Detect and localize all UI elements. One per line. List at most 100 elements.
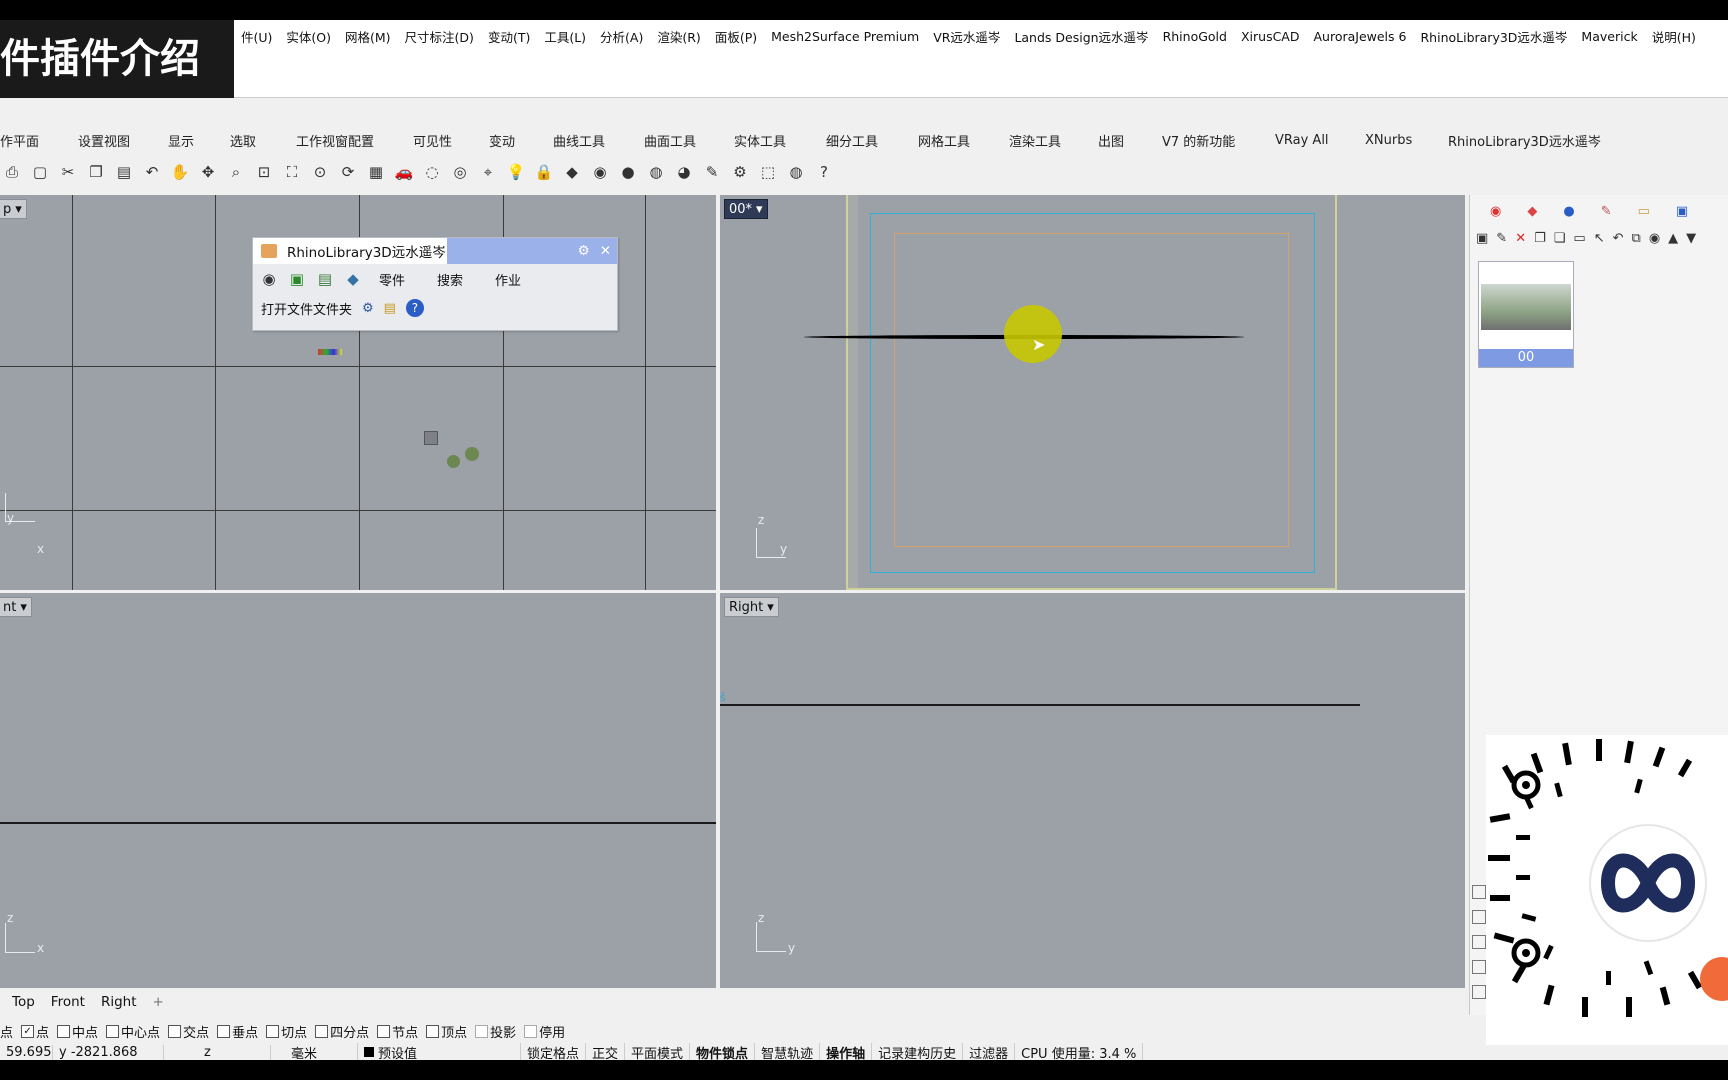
tab[interactable]: 细分工具 [826,131,878,150]
menu-item[interactable]: 件(U) [234,27,279,46]
help-icon[interactable]: ? [405,299,424,317]
zoom-extents-icon[interactable]: ⛶ [280,160,304,184]
tab[interactable]: 实体工具 [734,131,786,150]
select-icon[interactable]: ↖ [1594,231,1605,246]
print-icon[interactable]: ⎙ [0,160,24,184]
osnap-toggle[interactable]: 四分点 [315,1022,369,1041]
menu-item[interactable]: 说明(H) [1645,27,1703,46]
menu-item[interactable]: Mesh2Surface Premium [764,29,926,44]
osnap-toggle[interactable]: 点 [0,1022,13,1041]
menu-item[interactable]: 面板(P) [708,27,764,46]
tab[interactable]: 选取 [230,131,256,150]
osnap-icon[interactable]: ⌖ [476,160,500,184]
copy-icon[interactable]: ❐ [1534,231,1546,246]
tab[interactable]: 渲染工具 [1009,131,1061,150]
move-icon[interactable]: ✥ [196,160,220,184]
tab[interactable]: RhinoLibrary3D远水遥岑 [1448,131,1601,150]
menu-item[interactable]: VR远水遥岑 [926,27,1007,46]
lib-menu-item[interactable]: 零件 [379,274,405,289]
delete-icon[interactable]: ✕ [1515,231,1526,246]
material-icon[interactable]: ◕ [672,160,696,184]
menu-item[interactable]: 工具(L) [537,27,593,46]
lib-excel-icon[interactable]: ▣ [285,267,309,291]
command-area[interactable]: ssetCache [0,52,1728,98]
small-object[interactable] [318,349,342,355]
tab[interactable]: V7 的新功能 [1162,131,1235,150]
bbox-icon[interactable]: ⬚ [756,160,780,184]
paste-icon[interactable]: ▤ [112,160,136,184]
osnap-toggle[interactable]: ✓ 点 [21,1022,49,1041]
viewport-perspective-label[interactable]: 00* ▾ [724,199,768,219]
status-mode-toggle[interactable]: 锁定格点 [521,1042,587,1062]
lib-menu-item[interactable]: 作业 [495,274,521,289]
car-icon[interactable]: 🚗 [392,160,416,184]
rotate-icon[interactable]: ⟳ [336,160,360,184]
osnap-toggle[interactable]: 切点 [266,1022,307,1041]
menu-item[interactable]: 实体(O) [279,27,338,46]
color-icon[interactable]: ◉ [588,160,612,184]
status-mode-toggle[interactable]: 物件锁点 [690,1042,756,1062]
tab[interactable]: 曲线工具 [553,131,605,150]
lib-icon[interactable]: ◉ [257,267,281,291]
menu-item[interactable]: 尺寸标注(D) [398,27,481,46]
tree-object[interactable] [447,455,460,468]
viewport-right[interactable]: Right ▾ ŝ z y [720,593,1465,988]
add-viewport-tab-button[interactable]: + [153,994,164,1010]
close-icon[interactable]: ✕ [600,243,611,259]
new-icon[interactable]: ▢ [28,160,52,184]
viewport-right-label[interactable]: Right ▾ [724,597,779,617]
color-wheel-icon[interactable]: ◉ [1490,204,1501,219]
display-icon[interactable]: ▣ [1676,204,1688,219]
layers-icon[interactable]: ◆ [1527,204,1537,219]
undo-icon[interactable]: ↶ [1613,231,1624,246]
tab[interactable]: 设置视图 [78,131,130,150]
tab[interactable]: VRay All [1275,133,1329,148]
cut-icon[interactable]: ✂ [56,160,80,184]
tab[interactable]: XNurbs [1365,133,1412,148]
menu-item[interactable]: RhinoLibrary3D远水遥岑 [1413,27,1574,46]
menu-item[interactable]: RhinoGold [1156,29,1234,44]
down-icon[interactable]: ▼ [1686,231,1696,246]
paste-icon[interactable]: ❏ [1554,231,1566,246]
undo-icon[interactable]: ↶ [140,160,164,184]
zoom-icon[interactable]: ⌕ [224,160,248,184]
grid-icon[interactable]: ▦ [364,160,388,184]
status-mode-toggle[interactable]: 过滤器 [963,1042,1016,1062]
show-icon[interactable]: ◎ [448,160,472,184]
edit-icon[interactable]: ✎ [1496,231,1507,246]
tab[interactable]: 可见性 [413,131,452,150]
lib-menu-item[interactable]: 搜索 [437,274,463,289]
small-box-object[interactable] [424,431,438,445]
tab[interactable]: 显示 [168,131,194,150]
visibility-icon[interactable]: ◉ [1649,231,1660,246]
osnap-toggle[interactable]: 垂点 [217,1022,258,1041]
python-icon[interactable]: ◆ [341,267,365,291]
save-icon[interactable]: ▣ [1476,231,1488,246]
open-folder-label[interactable]: 打开文件文件夹 [261,299,352,318]
folder-icon[interactable]: ▭ [1638,204,1650,219]
tab[interactable]: 曲面工具 [644,131,696,150]
viewport-tab[interactable]: Right [101,994,137,1010]
viewport-front[interactable]: nt ▾ z x [0,593,716,988]
light-icon[interactable]: 💡 [504,160,528,184]
menu-item[interactable]: 变动(T) [481,27,537,46]
lib-book-icon[interactable]: ▤ [313,267,337,291]
tab[interactable]: 作平面 [0,131,39,150]
gear-icon[interactable]: ⚙ [728,160,752,184]
copy-icon[interactable]: ❐ [84,160,108,184]
render-icon[interactable]: ◍ [644,160,668,184]
settings-gear-icon[interactable]: ⚙ [362,301,374,316]
viewport-perspective[interactable]: 00* ▾ ➤ z y [720,195,1465,590]
menu-item[interactable]: 渲染(R) [650,27,707,46]
zoom-window-icon[interactable]: ⊡ [252,160,276,184]
brush-icon[interactable]: ✎ [1601,204,1612,219]
viewport-top-label[interactable]: p ▾ [0,199,27,219]
menu-item[interactable]: AuroraJewels 6 [1306,29,1413,44]
menu-item[interactable]: Lands Design远水遥岑 [1007,27,1155,46]
status-mode-toggle[interactable]: 平面模式 [625,1042,691,1062]
menu-item[interactable]: 分析(A) [593,27,650,46]
osnap-toggle[interactable]: 停用 [524,1022,565,1041]
tab[interactable]: 工作视窗配置 [296,131,374,150]
layer-icon[interactable]: ◆ [560,160,584,184]
menu-item[interactable]: 网格(M) [338,27,398,46]
